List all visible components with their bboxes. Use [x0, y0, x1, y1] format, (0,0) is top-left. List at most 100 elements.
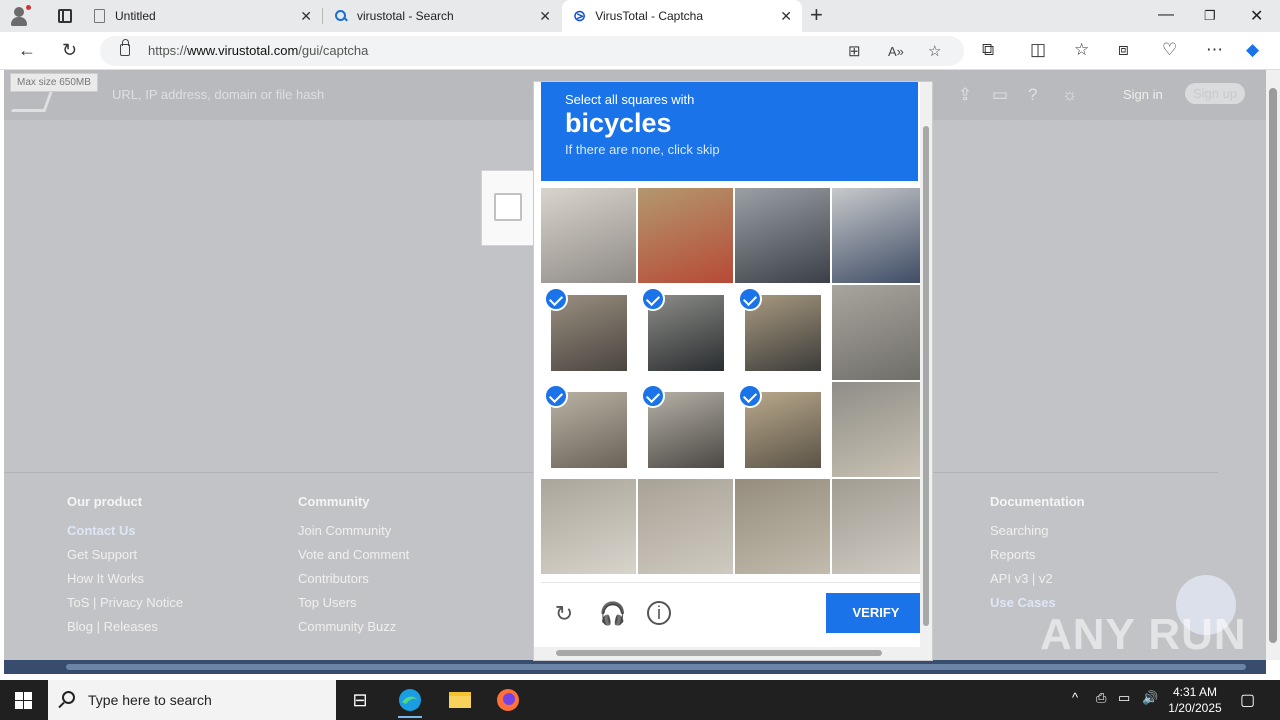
edge-taskbar-icon[interactable]	[390, 684, 430, 718]
footer-link[interactable]: Community Buzz	[298, 619, 409, 643]
footer-link[interactable]: Searching	[990, 523, 1085, 547]
theme-sun-icon[interactable]: ☼	[1062, 85, 1078, 105]
captcha-tile[interactable]	[638, 285, 733, 380]
firefox-icon[interactable]	[488, 684, 528, 716]
info-icon[interactable]: i	[647, 601, 671, 625]
captcha-tile[interactable]	[735, 479, 830, 574]
captcha-tile[interactable]	[832, 382, 927, 477]
footer-link[interactable]: API v3 | v2	[990, 571, 1085, 595]
captcha-instruction-text: Select all squares with	[565, 92, 695, 107]
extensions-icon[interactable]: ⧉	[982, 40, 994, 60]
close-tab-icon[interactable]: ✕	[300, 9, 312, 23]
captcha-tile[interactable]	[832, 188, 927, 283]
footer-our-product: Our product Contact Us Get Support How I…	[67, 494, 183, 643]
notifications-icon[interactable]: ▢	[1240, 690, 1255, 710]
favorite-star-icon[interactable]: ☆	[928, 42, 941, 60]
help-icon[interactable]: ?	[1028, 85, 1037, 105]
sign-up-button[interactable]: Sign up	[1185, 83, 1246, 104]
footer-link[interactable]: Join Community	[298, 523, 409, 547]
verify-button[interactable]: VERIFY	[826, 593, 926, 633]
lock-icon[interactable]	[120, 39, 130, 56]
selected-checkmark-icon	[641, 287, 665, 311]
restore-button[interactable]: ❐	[1204, 8, 1216, 24]
new-tab-button[interactable]: +	[810, 4, 823, 26]
recaptcha-checkbox[interactable]	[494, 193, 522, 221]
sign-in-link[interactable]: Sign in	[1123, 87, 1163, 102]
footer-link[interactable]: Contact Us	[67, 523, 183, 547]
page-horizontal-scrollbar[interactable]	[4, 660, 1266, 674]
upload-tooltip: Max size 650MB	[10, 73, 98, 92]
chat-icon[interactable]: ▭	[992, 85, 1008, 105]
tab-virustotal-search[interactable]: virustotal - Search ✕	[323, 0, 561, 32]
page-icon	[94, 9, 105, 23]
refresh-button[interactable]: ↻	[62, 40, 77, 60]
read-aloud-icon[interactable]: A»	[888, 44, 904, 59]
captcha-tile-image	[541, 479, 636, 574]
file-explorer-icon[interactable]	[440, 684, 480, 716]
footer-link[interactable]: Reports	[990, 547, 1085, 571]
footer-link[interactable]: Get Support	[67, 547, 183, 571]
back-button[interactable]: ←	[18, 40, 36, 60]
captcha-tile[interactable]	[541, 479, 636, 574]
captcha-tile[interactable]	[735, 382, 830, 477]
collections-icon[interactable]: ⧈	[1118, 40, 1129, 60]
show-hidden-icons[interactable]: ^	[1072, 690, 1078, 705]
favorites-icon[interactable]: ☆	[1074, 40, 1089, 60]
footer-link[interactable]: Blog | Releases	[67, 619, 183, 643]
tab-title: Untitled	[115, 9, 156, 23]
captcha-tile-image	[832, 188, 927, 283]
copilot-icon[interactable]: ◆	[1246, 40, 1259, 60]
captcha-tile[interactable]	[638, 188, 733, 283]
captcha-tile[interactable]	[735, 285, 830, 380]
settings-more-icon[interactable]: ⋯	[1206, 40, 1223, 60]
captcha-tile[interactable]	[735, 188, 830, 283]
split-screen-icon[interactable]: ◫	[1030, 40, 1046, 60]
tab-virustotal-captcha[interactable]: ⧁ VirusTotal - Captcha ✕	[562, 0, 802, 32]
virustotal-logo-icon: ⧁	[574, 7, 586, 24]
browser-essentials-icon[interactable]: ♡	[1162, 40, 1177, 60]
footer-link[interactable]: How It Works	[67, 571, 183, 595]
app-available-icon[interactable]: ⊞	[848, 42, 861, 60]
browser-tab-bar: Untitled ✕ virustotal - Search ✕ ⧁ Virus…	[0, 0, 1280, 32]
footer-link[interactable]: ToS | Privacy Notice	[67, 595, 183, 619]
upload-icon[interactable]: ⇪	[958, 85, 972, 105]
close-tab-icon[interactable]: ✕	[539, 9, 551, 23]
footer-link[interactable]: Vote and Comment	[298, 547, 409, 571]
captcha-tile[interactable]	[832, 285, 927, 380]
captcha-vertical-scrollbar[interactable]	[920, 82, 932, 647]
captcha-tile[interactable]	[541, 285, 636, 380]
taskbar-search[interactable]: Type here to search	[48, 680, 336, 720]
tab-untitled[interactable]: Untitled ✕	[84, 0, 322, 32]
tab-actions-icon[interactable]	[58, 9, 72, 23]
system-clock[interactable]: 4:31 AM 1/20/2025	[1165, 684, 1225, 716]
footer-link[interactable]: Top Users	[298, 595, 409, 619]
captcha-tile[interactable]	[638, 382, 733, 477]
captcha-tile[interactable]	[541, 382, 636, 477]
profile-avatar-icon[interactable]	[8, 4, 32, 27]
close-window-button[interactable]: ✕	[1250, 6, 1263, 26]
captcha-tile[interactable]	[541, 188, 636, 283]
reload-icon[interactable]: ↻	[551, 601, 577, 627]
minimize-button[interactable]: —	[1158, 6, 1174, 24]
address-bar[interactable]: https://www.virustotal.com/gui/captcha ⊞…	[100, 36, 964, 66]
network-device-icon[interactable]: ⎙	[1096, 690, 1106, 706]
network-icon[interactable]: ▭	[1118, 690, 1130, 706]
captcha-tile-image	[832, 285, 927, 380]
audio-challenge-icon[interactable]: 🎧	[599, 601, 626, 627]
footer-heading: Documentation	[990, 494, 1085, 509]
captcha-horizontal-scrollbar[interactable]	[534, 647, 932, 660]
captcha-tile[interactable]	[638, 479, 733, 574]
captcha-tile-image	[832, 479, 927, 574]
captcha-tile[interactable]	[832, 479, 927, 574]
search-input[interactable]: URL, IP address, domain or file hash	[112, 87, 324, 102]
start-button[interactable]	[15, 692, 32, 709]
page-vertical-scrollbar[interactable]	[1266, 70, 1280, 660]
captcha-tile-image	[735, 479, 830, 574]
captcha-instructions: Select all squares with bicycles If ther…	[541, 82, 918, 181]
volume-icon[interactable]: 🔊	[1142, 690, 1158, 706]
footer-link[interactable]: Contributors	[298, 571, 409, 595]
selected-checkmark-icon	[641, 384, 665, 408]
task-view-icon[interactable]: ⊟	[340, 684, 380, 716]
close-tab-icon[interactable]: ✕	[780, 9, 792, 23]
captcha-tile-image	[735, 188, 830, 283]
